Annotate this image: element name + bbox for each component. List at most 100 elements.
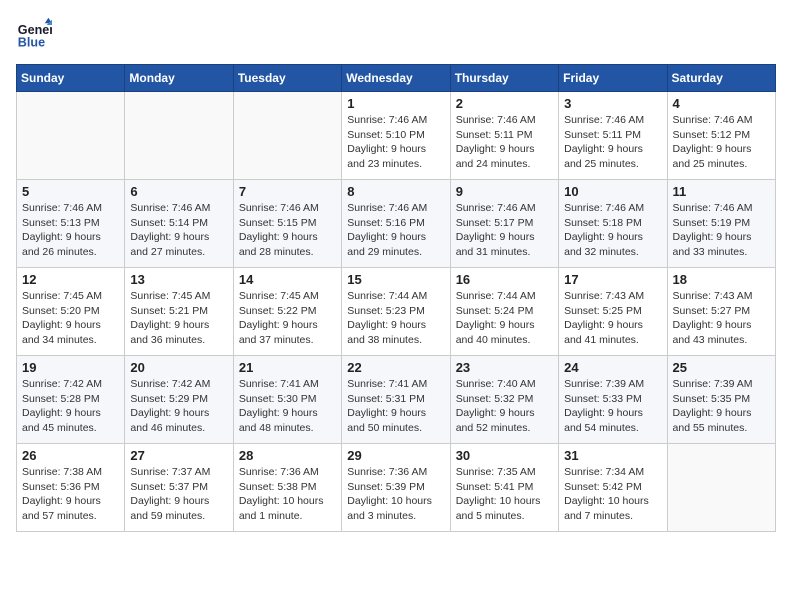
day-number: 24 [564,360,661,375]
day-info: Sunrise: 7:41 AM Sunset: 5:31 PM Dayligh… [347,377,444,436]
calendar-cell: 28 Sunrise: 7:36 AM Sunset: 5:38 PM Dayli… [233,444,341,532]
day-number: 8 [347,184,444,199]
week-row-5: 26 Sunrise: 7:38 AM Sunset: 5:36 PM Dayli… [17,444,776,532]
day-number: 2 [456,96,553,111]
calendar-cell: 10 Sunrise: 7:46 AM Sunset: 5:18 PM Dayli… [559,180,667,268]
calendar-cell: 29Sunrise: 7:36 AM Sunset: 5:39 PM Dayli… [342,444,450,532]
day-number: 11 [673,184,770,199]
day-number: 31 [564,448,661,463]
page-header: General Blue [16,16,776,52]
week-row-4: 19 Sunrise: 7:42 AM Sunset: 5:28 PM Dayli… [17,356,776,444]
day-info: Sunrise: 7:45 AM Sunset: 5:20 PM Dayligh… [22,289,119,348]
day-number: 9 [456,184,553,199]
day-number: 6 [130,184,227,199]
day-number: 5 [22,184,119,199]
day-number: 14 [239,272,336,287]
day-info: Sunrise: 7:44 AM Sunset: 5:23 PM Dayligh… [347,289,444,348]
day-number: 12 [22,272,119,287]
day-number: 27 [130,448,227,463]
day-info: Sunrise: 7:46 AM Sunset: 5:16 PM Dayligh… [347,201,444,260]
weekday-header-tuesday: Tuesday [233,65,341,92]
day-info: Sunrise: 7:46 AM Sunset: 5:18 PM Dayligh… [564,201,661,260]
day-number: 3 [564,96,661,111]
weekday-header-friday: Friday [559,65,667,92]
day-info: Sunrise: 7:36 AM Sunset: 5:38 PM Dayligh… [239,465,336,524]
day-info: Sunrise: 7:45 AM Sunset: 5:21 PM Dayligh… [130,289,227,348]
day-info: Sunrise: 7:46 AM Sunset: 5:11 PM Dayligh… [456,113,553,172]
day-number: 19 [22,360,119,375]
day-info: Sunrise: 7:39 AM Sunset: 5:35 PM Dayligh… [673,377,770,436]
weekday-header-row: SundayMondayTuesdayWednesdayThursdayFrid… [17,65,776,92]
day-number: 29 [347,448,444,463]
day-number: 26 [22,448,119,463]
calendar-cell: 5Sunrise: 7:46 AM Sunset: 5:13 PM Daylig… [17,180,125,268]
day-number: 17 [564,272,661,287]
day-info: Sunrise: 7:34 AM Sunset: 5:42 PM Dayligh… [564,465,661,524]
day-info: Sunrise: 7:46 AM Sunset: 5:11 PM Dayligh… [564,113,661,172]
day-info: Sunrise: 7:42 AM Sunset: 5:29 PM Dayligh… [130,377,227,436]
day-number: 16 [456,272,553,287]
day-number: 21 [239,360,336,375]
week-row-3: 12 Sunrise: 7:45 AM Sunset: 5:20 PM Dayli… [17,268,776,356]
day-number: 10 [564,184,661,199]
calendar-cell [17,92,125,180]
calendar-cell: 16 Sunrise: 7:44 AM Sunset: 5:24 PM Dayli… [450,268,558,356]
day-number: 7 [239,184,336,199]
day-info: Sunrise: 7:45 AM Sunset: 5:22 PM Dayligh… [239,289,336,348]
day-info: Sunrise: 7:46 AM Sunset: 5:12 PM Dayligh… [673,113,770,172]
day-info: Sunrise: 7:39 AM Sunset: 5:33 PM Dayligh… [564,377,661,436]
day-number: 28 [239,448,336,463]
day-number: 25 [673,360,770,375]
day-info: Sunrise: 7:46 AM Sunset: 5:10 PM Dayligh… [347,113,444,172]
calendar-cell [125,92,233,180]
day-info: Sunrise: 7:46 AM Sunset: 5:19 PM Dayligh… [673,201,770,260]
weekday-header-thursday: Thursday [450,65,558,92]
calendar-cell: 12 Sunrise: 7:45 AM Sunset: 5:20 PM Dayli… [17,268,125,356]
calendar-cell: 4 Sunrise: 7:46 AM Sunset: 5:12 PM Daylig… [667,92,775,180]
day-info: Sunrise: 7:41 AM Sunset: 5:30 PM Dayligh… [239,377,336,436]
calendar-cell [233,92,341,180]
day-number: 30 [456,448,553,463]
calendar-cell: 30 Sunrise: 7:35 AM Sunset: 5:41 PM Dayli… [450,444,558,532]
calendar-cell: 25 Sunrise: 7:39 AM Sunset: 5:35 PM Dayli… [667,356,775,444]
calendar-cell: 21 Sunrise: 7:41 AM Sunset: 5:30 PM Dayli… [233,356,341,444]
calendar: SundayMondayTuesdayWednesdayThursdayFrid… [16,64,776,532]
calendar-cell: 15 Sunrise: 7:44 AM Sunset: 5:23 PM Dayli… [342,268,450,356]
weekday-header-sunday: Sunday [17,65,125,92]
day-info: Sunrise: 7:44 AM Sunset: 5:24 PM Dayligh… [456,289,553,348]
logo-icon: General Blue [16,16,52,52]
calendar-cell: 24 Sunrise: 7:39 AM Sunset: 5:33 PM Dayli… [559,356,667,444]
calendar-cell: 20 Sunrise: 7:42 AM Sunset: 5:29 PM Dayli… [125,356,233,444]
svg-text:Blue: Blue [18,36,45,50]
calendar-cell [667,444,775,532]
day-info: Sunrise: 7:43 AM Sunset: 5:27 PM Dayligh… [673,289,770,348]
day-number: 4 [673,96,770,111]
calendar-cell: 14 Sunrise: 7:45 AM Sunset: 5:22 PM Dayli… [233,268,341,356]
day-number: 1 [347,96,444,111]
calendar-cell: 3 Sunrise: 7:46 AM Sunset: 5:11 PM Daylig… [559,92,667,180]
calendar-cell: 8 Sunrise: 7:46 AM Sunset: 5:16 PM Daylig… [342,180,450,268]
calendar-cell: 22 Sunrise: 7:41 AM Sunset: 5:31 PM Dayli… [342,356,450,444]
calendar-cell: 18Sunrise: 7:43 AM Sunset: 5:27 PM Dayli… [667,268,775,356]
calendar-cell: 7 Sunrise: 7:46 AM Sunset: 5:15 PM Daylig… [233,180,341,268]
weekday-header-wednesday: Wednesday [342,65,450,92]
day-number: 15 [347,272,444,287]
day-info: Sunrise: 7:43 AM Sunset: 5:25 PM Dayligh… [564,289,661,348]
day-number: 20 [130,360,227,375]
day-info: Sunrise: 7:38 AM Sunset: 5:36 PM Dayligh… [22,465,119,524]
weekday-header-monday: Monday [125,65,233,92]
calendar-cell: 2 Sunrise: 7:46 AM Sunset: 5:11 PM Daylig… [450,92,558,180]
day-info: Sunrise: 7:46 AM Sunset: 5:14 PM Dayligh… [130,201,227,260]
day-info: Sunrise: 7:46 AM Sunset: 5:17 PM Dayligh… [456,201,553,260]
calendar-cell: 1 Sunrise: 7:46 AM Sunset: 5:10 PM Daylig… [342,92,450,180]
calendar-cell: 9 Sunrise: 7:46 AM Sunset: 5:17 PM Daylig… [450,180,558,268]
day-info: Sunrise: 7:42 AM Sunset: 5:28 PM Dayligh… [22,377,119,436]
day-info: Sunrise: 7:35 AM Sunset: 5:41 PM Dayligh… [456,465,553,524]
weekday-header-saturday: Saturday [667,65,775,92]
calendar-cell: 26 Sunrise: 7:38 AM Sunset: 5:36 PM Dayli… [17,444,125,532]
day-info: Sunrise: 7:46 AM Sunset: 5:15 PM Dayligh… [239,201,336,260]
day-info: Sunrise: 7:40 AM Sunset: 5:32 PM Dayligh… [456,377,553,436]
calendar-cell: 27Sunrise: 7:37 AM Sunset: 5:37 PM Dayli… [125,444,233,532]
calendar-cell: 13Sunrise: 7:45 AM Sunset: 5:21 PM Dayli… [125,268,233,356]
day-number: 22 [347,360,444,375]
